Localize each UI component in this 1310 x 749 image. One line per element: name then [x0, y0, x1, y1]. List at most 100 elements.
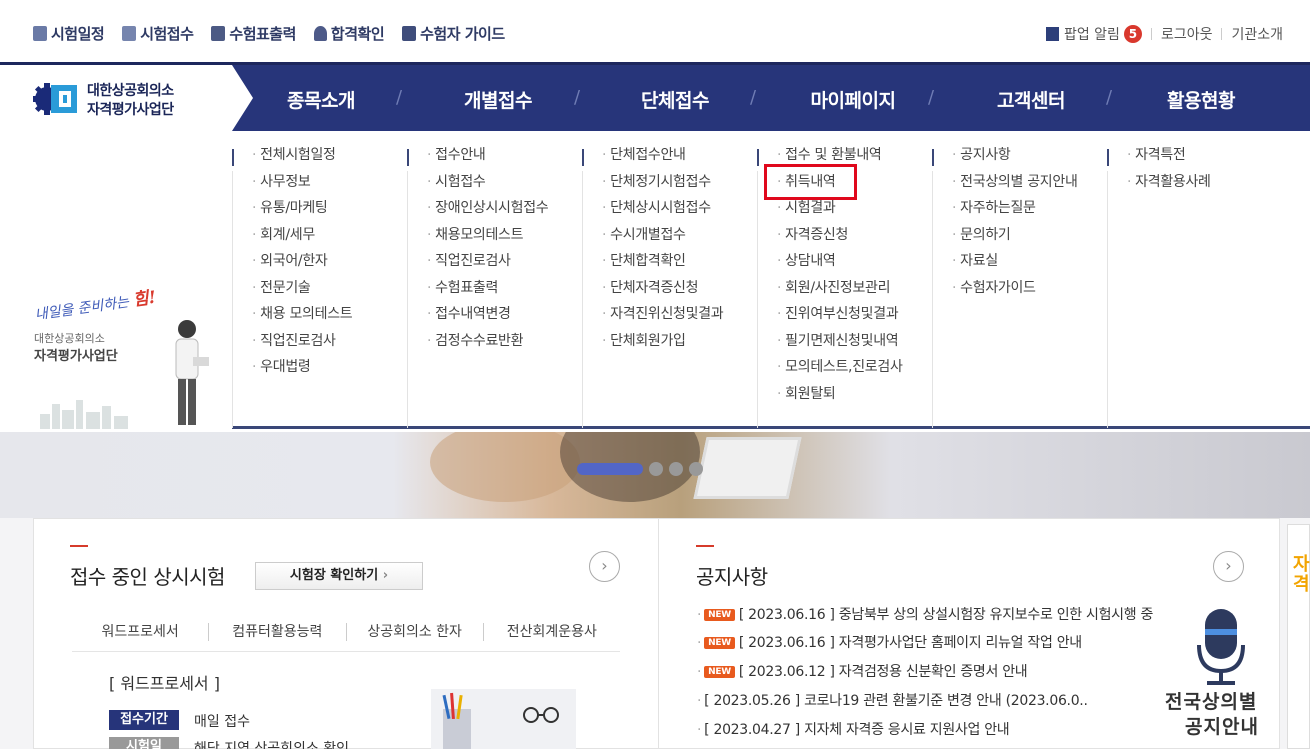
menu-item[interactable]: 접수내역변경 [427, 306, 548, 333]
title-accent [696, 545, 714, 547]
notice-item[interactable]: · NEW[ 2023.06.16 ] 자격평가사업단 홈페이지 리뉴얼 작업 안… [697, 632, 1082, 652]
menu-item[interactable]: 단체접수안내 [602, 147, 723, 174]
menu-item[interactable]: 전체시험일정 [252, 147, 352, 174]
menu-item[interactable]: 유통/마케팅 [252, 200, 352, 227]
pager-dot[interactable] [649, 462, 663, 476]
new-badge: NEW [704, 666, 735, 678]
book-icon [402, 26, 417, 41]
menu-item[interactable]: 회원/사진정보관리 [777, 280, 903, 307]
menu-item[interactable]: 외국어/한자 [252, 253, 352, 280]
util-ticket-print-link[interactable]: 수험표출력 [211, 23, 296, 44]
pager-dot[interactable] [689, 462, 703, 476]
tab-computer-skills[interactable]: 컴퓨터활용능력 [209, 623, 347, 641]
tab-hanja[interactable]: 상공회의소 한자 [347, 623, 484, 641]
util-exam-schedule-link[interactable]: 시험일정 [33, 23, 105, 44]
mega-col-list: 단체접수안내 단체정기시험접수 단체상시시험접수 수시개별접수 단체합격확인 단… [602, 147, 724, 360]
side-banner[interactable]: 자격 [1287, 524, 1310, 749]
menu-item[interactable]: 단체합격확인 [602, 253, 723, 280]
menu-item[interactable]: 채용 모의테스트 [252, 306, 353, 333]
menu-item[interactable]: 전문기술 [252, 280, 352, 307]
gnb-item-mypage[interactable]: 마이페이지 [764, 86, 942, 113]
menu-item[interactable]: 자료실 [952, 253, 1078, 280]
menu-item[interactable]: 모의테스트,진로검사 [777, 359, 903, 386]
mega-col-group: 단체접수안내 단체정기시험접수 단체상시시험접수 수시개별접수 단체합격확인 단… [582, 147, 757, 428]
menu-item[interactable]: 시험결과 [777, 200, 903, 227]
check-test-center-button[interactable]: 시험장 확인하기 › [255, 562, 423, 590]
menu-item[interactable]: 단체상시시험접수 [602, 200, 723, 227]
gnb-item-individual[interactable]: 개별접수 [409, 86, 587, 113]
more-button[interactable]: › [589, 551, 620, 582]
util-exam-apply-link[interactable]: 시험접수 [122, 23, 194, 44]
menu-item[interactable]: 자격진위신청및결과 [602, 306, 724, 333]
notice-item[interactable]: ·[ 2023.05.26 ] 코로나19 관련 환불기준 변경 안내 (202… [697, 690, 1088, 710]
chevron-right-icon: › [382, 568, 389, 583]
menu-item[interactable]: 단체자격증신청 [602, 280, 723, 307]
promo-slogan-b: 힘! [131, 287, 158, 311]
pager-active[interactable] [577, 463, 643, 475]
menu-item[interactable]: 단체회원가입 [602, 333, 723, 360]
util-guide-link[interactable]: 수험자 가이드 [402, 23, 505, 44]
gnb-item-group[interactable]: 단체접수 [586, 86, 764, 113]
notice-item[interactable]: ·[ 2023.04.27 ] 지자체 자격증 응시료 지원사업 안내 [697, 719, 1010, 739]
menu-item[interactable]: 자주하는질문 [952, 200, 1078, 227]
menu-item[interactable]: 회계/세무 [252, 227, 352, 254]
menu-item[interactable]: 접수안내 [427, 147, 548, 174]
pager-dot[interactable] [669, 462, 683, 476]
promo-org-line-2: 자격평가사업단 [34, 349, 118, 364]
menu-item[interactable]: 진위여부신청및결과 [777, 306, 903, 333]
menu-item[interactable]: 수험자가이드 [952, 280, 1078, 307]
menu-item[interactable]: 수험표출력 [427, 280, 548, 307]
menu-item[interactable]: 장애인상시시험접수 [427, 200, 549, 227]
popup-alert-link[interactable]: 팝업 알림 5 [1045, 24, 1142, 44]
menu-item[interactable]: 필기면제신청및내역 [777, 333, 903, 360]
menu-item[interactable]: 검정수수료반환 [427, 333, 548, 360]
microphone-icon[interactable] [1195, 609, 1247, 689]
date-value: 해당 지역 상공회의소 확인 [194, 741, 350, 749]
menu-item[interactable]: 사무정보 [252, 174, 352, 201]
bullet: · [697, 607, 702, 623]
gnb-menu: 종목소개 / 개별접수 / 단체접수 / 마이페이지 / 고객센터 / 활용현황 [232, 65, 1310, 131]
check-button-label: 시험장 확인하기 [289, 568, 379, 583]
period-value: 매일 접수 [194, 714, 250, 730]
menu-item[interactable]: 직업진로검사 [252, 333, 352, 360]
regular-exam-box: 접수 중인 상시시험 시험장 확인하기 › › 워드프로세서 컴퓨터활용능력 상… [33, 518, 659, 749]
menu-item[interactable]: 전국상의별 공지안내 [952, 174, 1078, 201]
menu-item[interactable]: 채용모의테스트 [427, 227, 548, 254]
menu-item[interactable]: 수시개별접수 [602, 227, 723, 254]
gnb-item-usage[interactable]: 활용현황 [1112, 86, 1290, 113]
notice-item[interactable]: · NEW[ 2023.06.12 ] 자격검정용 신분확인 증명서 안내 [697, 661, 1028, 681]
util-label: 수험표출력 [229, 25, 296, 43]
menu-item[interactable]: 문의하기 [952, 227, 1078, 254]
mega-col-individual: 접수안내 시험접수 장애인상시시험접수 채용모의테스트 직업진로검사 수험표출력… [407, 147, 582, 428]
hero-banner [0, 432, 1310, 518]
menu-item[interactable]: 직업진로검사 [427, 253, 548, 280]
logout-link[interactable]: 로그아웃 [1161, 24, 1213, 44]
notice-box: 공지사항 › · NEW[ 2023.06.16 ] 중남북부 상의 상설시험장 … [659, 518, 1280, 749]
menu-item[interactable]: 회원탈퇴 [777, 386, 903, 413]
about-link[interactable]: 기관소개 [1231, 24, 1283, 44]
gnb-item-intro[interactable]: 종목소개 [232, 86, 410, 113]
divider: / [574, 87, 581, 108]
notice-title: 공지사항 [696, 565, 768, 589]
util-pass-check-link[interactable]: 합격확인 [313, 23, 385, 44]
bullet: · [697, 693, 702, 709]
menu-item[interactable]: 자격활용사례 [1127, 174, 1211, 201]
tab-word-processor[interactable]: 워드프로세서 [72, 623, 210, 641]
notice-item[interactable]: · NEW[ 2023.06.16 ] 중남북부 상의 상설시험장 유지보수로 인… [697, 604, 1153, 624]
menu-item[interactable]: 단체정기시험접수 [602, 174, 723, 201]
menu-item[interactable]: 자격증신청 [777, 227, 903, 254]
tab-accounting[interactable]: 전산회계운용사 [484, 623, 620, 641]
menu-item[interactable]: 시험접수 [427, 174, 548, 201]
utility-bar: 시험일정 시험접수 수험표출력 합격확인 수험자 가이드 팝업 알림 5 로그아… [0, 0, 1310, 62]
menu-item[interactable]: 공지사항 [952, 147, 1078, 174]
menu-item[interactable]: 상담내역 [777, 253, 903, 280]
calendar-icon [33, 26, 47, 41]
exam-category-title: [ 워드프로세서 ] [109, 674, 220, 693]
menu-item[interactable]: 우대법령 [252, 359, 352, 386]
menu-item[interactable]: 자격특전 [1127, 147, 1211, 174]
more-button[interactable]: › [1213, 551, 1244, 582]
gnb-item-support[interactable]: 고객센터 [942, 86, 1120, 113]
divider: / [928, 87, 935, 108]
date-label: 시험일 [109, 737, 179, 749]
site-logo[interactable]: 대한상공회의소 자격평가사업단 [0, 65, 253, 131]
